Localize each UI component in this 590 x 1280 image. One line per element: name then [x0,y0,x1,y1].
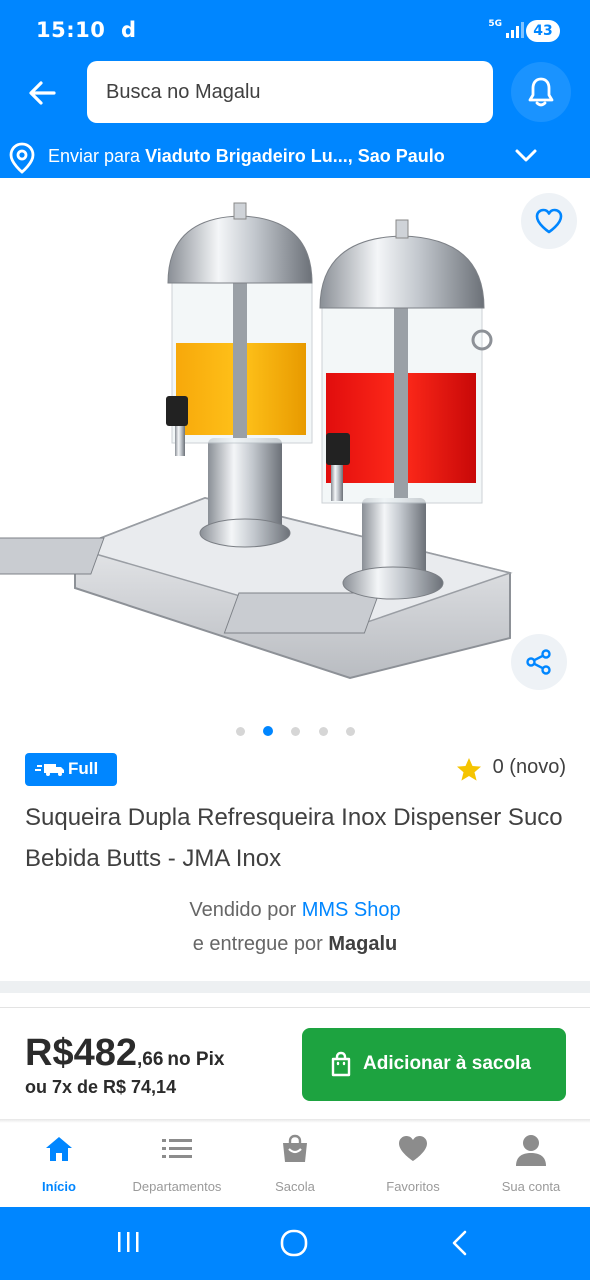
heart-icon [399,1136,427,1161]
add-to-bag-button[interactable]: Adicionar à sacola [302,1028,566,1101]
section-divider [0,981,590,993]
rating-label: (novo) [509,756,566,778]
shipping-address-text: Enviar para Viaduto Brigadeiro Lu..., Sa… [48,146,445,166]
nav-departments[interactable]: Departamentos [118,1123,236,1207]
carousel-dot[interactable] [291,727,300,736]
delivered-by: Magalu [328,933,398,955]
bottom-navigation: Início Departamentos Sacola Favoritos Su… [0,1123,590,1207]
add-to-bag-label: Adicionar à sacola [363,1053,531,1074]
rating-value: 0 [492,756,504,778]
recent-apps-icon[interactable] [115,1229,141,1255]
heart-outline-icon [535,208,563,234]
favorite-button[interactable] [521,193,577,249]
search-input[interactable]: Busca no Magalu [87,61,493,123]
arrow-left-icon [29,81,56,105]
network-indicator: 5G [488,19,502,29]
nav-home[interactable]: Início [0,1123,118,1207]
full-badge: Full [25,753,117,786]
location-pin-icon [9,142,35,174]
product-image [0,202,513,680]
nav-bag[interactable]: Sacola [236,1123,354,1207]
bag-icon [283,1134,307,1162]
carousel-dot[interactable] [319,727,328,736]
pix-label: no Pix [167,1049,225,1070]
seller-link[interactable]: MMS Shop [302,899,401,921]
user-icon [516,1135,546,1166]
status-time: 15:10 d [36,18,137,42]
nav-account[interactable]: Sua conta [472,1123,590,1207]
chevron-down-icon [515,149,537,162]
delivery-truck-icon [35,764,64,776]
carousel-dot[interactable] [346,727,355,736]
menu-icon [162,1139,192,1158]
installments: ou 7x de R$ 74,14 [25,1077,177,1097]
product-image-carousel[interactable] [0,178,590,718]
home-icon [46,1137,72,1161]
carousel-dot-active[interactable] [263,726,273,736]
share-button[interactable] [511,634,567,690]
shipping-address-bar[interactable]: Enviar para Viaduto Brigadeiro Lu..., Sa… [0,136,590,178]
signal-icon [506,22,524,38]
price: R$482,66 no Pix [25,1032,225,1074]
home-circle-icon[interactable] [280,1229,308,1257]
star-icon [456,758,481,781]
battery-level: 43 [526,20,560,42]
share-icon [526,649,551,675]
nav-favorites[interactable]: Favoritos [354,1123,472,1207]
status-bar: 15:10 d 5G 43 [0,0,590,60]
product-title: Suqueira Dupla Refresqueira Inox Dispens… [25,804,563,872]
seller-info: Vendido por MMS Shop e entregue por Maga… [189,899,401,955]
notifications-button[interactable] [511,62,571,122]
shopping-bag-icon [331,1051,351,1077]
full-badge-label: Full [68,759,99,778]
bell-icon [528,77,554,107]
back-chevron-icon[interactable] [446,1229,472,1257]
back-button[interactable] [22,72,64,114]
carousel-dot[interactable] [236,727,245,736]
product-rating[interactable]: 0 (novo) [456,756,566,781]
system-navigation-bar [0,1207,590,1280]
